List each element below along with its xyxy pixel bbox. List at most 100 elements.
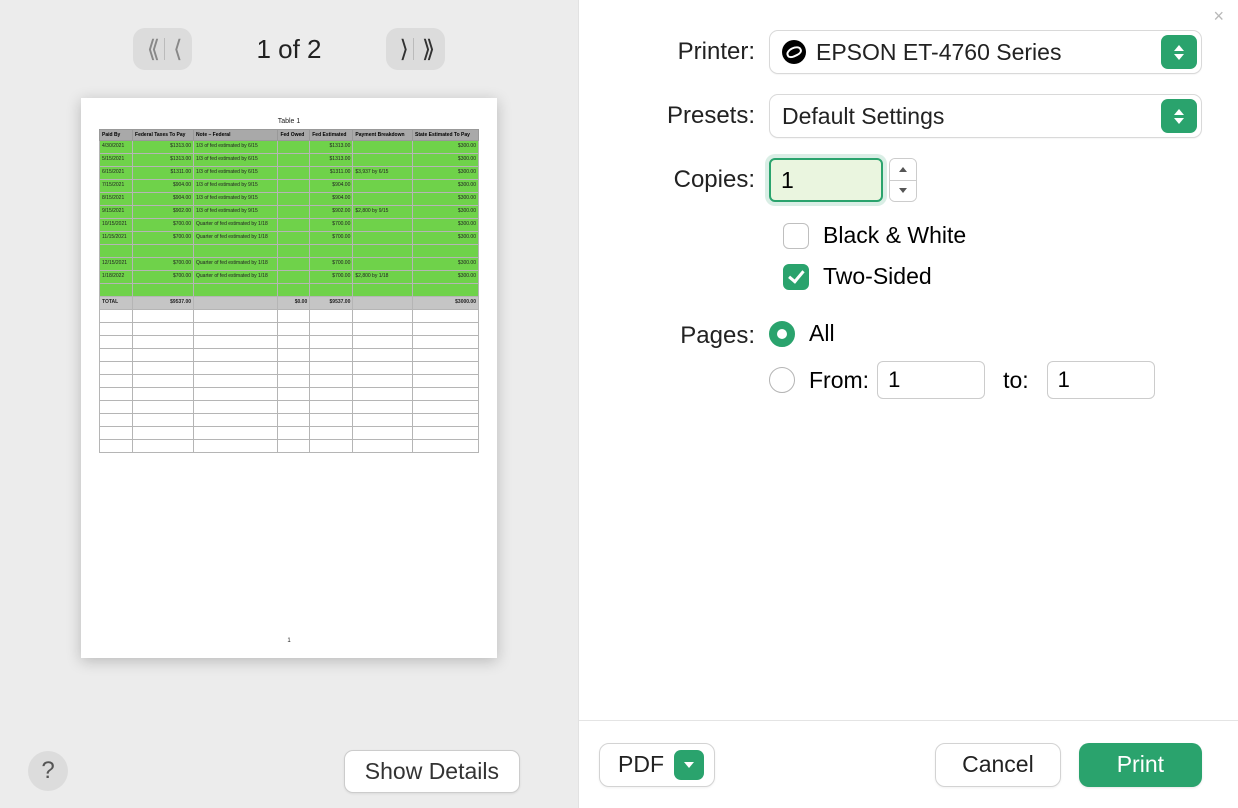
next-page-icon[interactable]: ⟩ (400, 35, 405, 64)
table-cell (278, 336, 310, 349)
table-cell (353, 375, 413, 388)
table-cell (278, 310, 310, 323)
table-cell (310, 427, 353, 440)
table-cell (100, 284, 133, 297)
print-dialog: ⟪ ⟨ 1 of 2 ⟩ ⟫ Table 1 Paid ByFederal Ta… (0, 0, 1238, 808)
preview-footer: ? Show Details (0, 734, 578, 808)
pages-range-radio[interactable] (769, 367, 795, 393)
pages-all-option[interactable]: All (769, 320, 1163, 347)
table-cell (278, 388, 310, 401)
help-button[interactable]: ? (28, 751, 68, 791)
table-cell (278, 180, 310, 193)
table-cell (353, 219, 413, 232)
pages-all-radio[interactable] (769, 321, 795, 347)
pages-to-input[interactable] (1047, 361, 1155, 399)
table-cell (194, 297, 278, 310)
pages-from-input[interactable] (877, 361, 985, 399)
table-cell (353, 258, 413, 271)
table-cell: $904.00 (133, 193, 194, 206)
preview-pane: ⟪ ⟨ 1 of 2 ⟩ ⟫ Table 1 Paid ByFederal Ta… (0, 0, 578, 808)
table-row (100, 440, 479, 453)
table-row: 10/15/2021$700.00Quarter of fed estimate… (100, 219, 479, 232)
table-cell (194, 362, 278, 375)
table-row: 9/15/2021$902.001/3 of fed estimated by … (100, 206, 479, 219)
table-cell (310, 310, 353, 323)
print-button[interactable]: Print (1079, 743, 1202, 787)
next-page-buttons[interactable]: ⟩ ⟫ (386, 28, 446, 70)
copies-label: Copies: (609, 166, 769, 194)
table-cell (100, 349, 133, 362)
chevron-down-icon (674, 750, 704, 780)
table-row (100, 427, 479, 440)
two-sided-checkbox[interactable] (783, 264, 809, 290)
table-cell: $1313.00 (310, 154, 353, 167)
table-cell (194, 427, 278, 440)
last-page-icon[interactable]: ⟫ (422, 35, 431, 64)
thumb-header-cell: Paid By (100, 130, 133, 141)
table-cell: $300.00 (413, 193, 479, 206)
table-cell (194, 323, 278, 336)
copies-stepper[interactable] (889, 158, 917, 202)
table-cell (310, 401, 353, 414)
table-cell (353, 336, 413, 349)
table-cell (310, 284, 353, 297)
prev-page-icon: ⟨ (173, 35, 178, 64)
pages-range-option[interactable]: From: to: (769, 361, 1163, 399)
table-cell (278, 258, 310, 271)
table-row (100, 310, 479, 323)
printer-select[interactable]: EPSON ET-4760 Series (769, 30, 1202, 74)
table-cell (353, 440, 413, 453)
show-details-button[interactable]: Show Details (344, 750, 520, 793)
bw-checkbox[interactable] (783, 223, 809, 249)
table-cell: $300.00 (413, 271, 479, 284)
table-cell (194, 414, 278, 427)
thumb-header-cell: Fed Owed (278, 130, 310, 141)
table-cell (413, 427, 479, 440)
table-cell (100, 323, 133, 336)
table-row: 12/15/2021$700.00Quarter of fed estimate… (100, 258, 479, 271)
presets-select[interactable]: Default Settings (769, 94, 1202, 138)
table-cell (194, 245, 278, 258)
table-cell (353, 388, 413, 401)
nav-separator (413, 38, 414, 60)
table-cell (278, 323, 310, 336)
pages-all-label: All (809, 320, 835, 347)
table-cell (194, 388, 278, 401)
table-cell (278, 375, 310, 388)
table-cell (310, 414, 353, 427)
table-row: 1/18/2022$700.00Quarter of fed estimated… (100, 271, 479, 284)
table-cell: $3000.00 (413, 297, 479, 310)
table-cell (353, 427, 413, 440)
pdf-menu-button[interactable]: PDF (599, 743, 715, 787)
table-cell: 5/15/2021 (100, 154, 133, 167)
close-icon[interactable]: × (1213, 6, 1224, 27)
table-cell: 1/3 of fed estimated by 6/15 (194, 154, 278, 167)
table-row (100, 362, 479, 375)
table-cell (353, 284, 413, 297)
table-cell (413, 349, 479, 362)
table-cell (310, 323, 353, 336)
table-row: 4/30/2021$1313.001/3 of fed estimated by… (100, 141, 479, 154)
table-cell: TOTAL (100, 297, 133, 310)
table-cell (310, 440, 353, 453)
table-cell: $300.00 (413, 180, 479, 193)
table-cell (133, 375, 194, 388)
table-cell: 11/15/2021 (100, 232, 133, 245)
table-cell: $700.00 (310, 271, 353, 284)
two-sided-label: Two-Sided (823, 263, 932, 290)
table-cell (353, 232, 413, 245)
table-cell (133, 245, 194, 258)
table-cell (310, 245, 353, 258)
bw-label: Black & White (823, 222, 966, 249)
stepper-up-icon[interactable] (890, 159, 916, 181)
table-cell (413, 284, 479, 297)
presets-row: Presets: Default Settings (609, 94, 1202, 138)
stepper-down-icon[interactable] (890, 181, 916, 202)
table-cell: $700.00 (133, 232, 194, 245)
cancel-button[interactable]: Cancel (935, 743, 1061, 787)
two-sided-checkbox-row[interactable]: Two-Sided (783, 263, 1202, 290)
copies-input[interactable] (769, 158, 883, 202)
table-cell: $904.00 (133, 180, 194, 193)
bw-checkbox-row[interactable]: Black & White (783, 222, 1202, 249)
table-cell (194, 440, 278, 453)
